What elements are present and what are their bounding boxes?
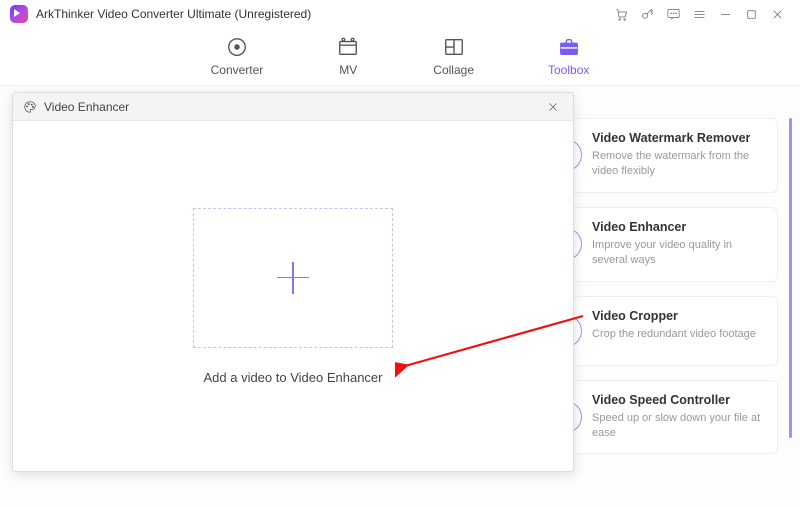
tool-list: Video Watermark Remover Remove the water… <box>562 118 778 454</box>
add-video-dropzone[interactable] <box>193 208 393 348</box>
tab-mv[interactable]: MV <box>337 36 359 77</box>
card-video-speed[interactable]: Video Speed Controller Speed up or slow … <box>562 380 778 455</box>
tab-toolbox[interactable]: Toolbox <box>548 36 589 77</box>
card-video-cropper[interactable]: Video Cropper Crop the redundant video f… <box>562 296 778 366</box>
panel-close-button[interactable] <box>543 97 563 117</box>
toolbox-icon <box>558 36 580 58</box>
tab-collage[interactable]: Collage <box>433 36 474 77</box>
plus-icon <box>275 260 311 296</box>
app-icon <box>10 5 28 23</box>
scrollbar[interactable] <box>789 118 792 438</box>
card-title: Video Enhancer <box>592 220 767 234</box>
main-tabs: Converter MV Collage Toolbox <box>0 28 800 86</box>
panel-title: Video Enhancer <box>44 100 129 114</box>
tab-label: Collage <box>433 63 474 77</box>
panel-body: Add a video to Video Enhancer <box>13 121 573 471</box>
maximize-button[interactable] <box>738 3 764 25</box>
card-desc: Improve your video quality in several wa… <box>592 238 767 269</box>
palette-icon <box>23 100 37 114</box>
converter-icon <box>226 36 248 58</box>
card-desc: Speed up or slow down your file at ease <box>592 411 767 442</box>
card-title: Video Cropper <box>592 309 767 323</box>
key-icon[interactable] <box>634 3 660 25</box>
card-desc: Crop the redundant video footage <box>592 327 767 342</box>
app-title: ArkThinker Video Converter Ultimate (Unr… <box>36 7 311 21</box>
card-title: Video Speed Controller <box>592 393 767 407</box>
video-enhancer-panel: Video Enhancer Add a video to Video Enha… <box>12 92 574 472</box>
main-area: Video Watermark Remover Remove the water… <box>0 86 800 507</box>
card-title: Video Watermark Remover <box>592 131 767 145</box>
cart-icon[interactable] <box>608 3 634 25</box>
feedback-icon[interactable] <box>660 3 686 25</box>
dropzone-caption: Add a video to Video Enhancer <box>203 370 382 385</box>
mv-icon <box>337 36 359 58</box>
tab-label: MV <box>339 63 357 77</box>
card-video-enhancer[interactable]: Video Enhancer Improve your video qualit… <box>562 207 778 282</box>
tab-label: Toolbox <box>548 63 589 77</box>
card-watermark-remover[interactable]: Video Watermark Remover Remove the water… <box>562 118 778 193</box>
title-bar: ArkThinker Video Converter Ultimate (Unr… <box>0 0 800 28</box>
tab-converter[interactable]: Converter <box>211 36 264 77</box>
tab-label: Converter <box>211 63 264 77</box>
menu-icon[interactable] <box>686 3 712 25</box>
collage-icon <box>443 36 465 58</box>
panel-header: Video Enhancer <box>13 93 573 121</box>
minimize-button[interactable] <box>712 3 738 25</box>
card-desc: Remove the watermark from the video flex… <box>592 149 767 180</box>
close-button[interactable] <box>764 3 790 25</box>
